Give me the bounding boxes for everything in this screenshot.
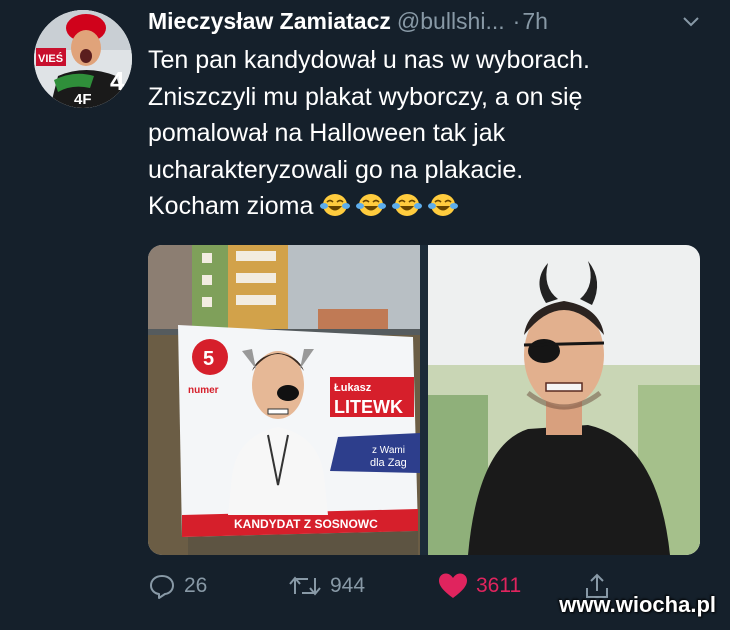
avatar-number-text: 4 xyxy=(110,66,125,96)
reply-count: 26 xyxy=(184,574,208,597)
tweet-text-line: Ten pan kandydował u nas w wyborach. xyxy=(148,46,590,74)
reply-button[interactable]: 26 xyxy=(148,566,207,606)
separator-dot: · xyxy=(512,8,521,34)
tweet-text-line: pomalował na Halloween tak jak xyxy=(148,119,506,147)
retweet-button[interactable]: 944 xyxy=(288,566,365,606)
poster-photo[interactable]: 5 numer Łukasz LITEWK z Wami dla Zag KAN… xyxy=(148,245,420,555)
poster-number-label: numer xyxy=(188,385,219,396)
face-with-tears-of-joy-icon xyxy=(356,194,387,216)
costume-photo[interactable] xyxy=(428,245,700,555)
poster-slogan-1: z Wami xyxy=(372,445,405,456)
face-with-tears-of-joy-icon xyxy=(428,194,459,216)
avatar-banner-text: VIEŚ xyxy=(38,52,63,65)
tweet-media[interactable]: 5 numer Łukasz LITEWK z Wami dla Zag KAN… xyxy=(148,245,700,555)
poster-number: 5 xyxy=(203,348,214,370)
poster-last-name: LITEWK xyxy=(334,397,403,417)
reply-icon xyxy=(150,575,174,599)
avatar[interactable]: VIEŚ 4F 4 xyxy=(34,10,132,108)
poster-slogan-2: dla Zag xyxy=(370,457,407,469)
timestamp[interactable]: 7h xyxy=(522,8,548,35)
chevron-down-icon[interactable] xyxy=(680,10,702,32)
tweet-text-last-line: Kocham zioma xyxy=(148,188,713,225)
emoji-row xyxy=(320,192,464,220)
heart-icon xyxy=(439,573,467,598)
poster-footer: KANDYDAT Z SOSNOWC xyxy=(234,517,378,531)
tweet-text-line: Zniszczyli mu plakat wyborczy, a on się xyxy=(148,82,583,111)
costume-photo-image xyxy=(428,245,700,555)
poster-first-name: Łukasz xyxy=(334,382,372,394)
user-handle[interactable]: @bullshi... xyxy=(397,8,505,35)
avatar-shirt-text: 4F xyxy=(74,91,92,108)
retweet-count: 944 xyxy=(330,574,366,597)
tweet-header: Mieczysław Zamiatacz @bullshi... · 7h xyxy=(148,8,708,38)
tweet-text-line: Kocham zioma xyxy=(148,192,314,220)
face-with-tears-of-joy-icon xyxy=(392,194,423,216)
display-name[interactable]: Mieczysław Zamiatacz xyxy=(148,8,391,35)
tweet-text-line: ucharakteryzowali go na plakacie. xyxy=(148,155,524,184)
like-button[interactable]: 3611 xyxy=(438,566,521,606)
like-count: 3611 xyxy=(476,574,522,597)
face-with-tears-of-joy-icon xyxy=(320,194,351,216)
avatar-image: VIEŚ 4F 4 xyxy=(34,10,132,108)
retweet-icon xyxy=(289,576,321,596)
watermark: www.wiocha.pl xyxy=(559,592,716,617)
tweet-text: Ten pan kandydował u nas w wyborach. Zni… xyxy=(148,42,713,225)
poster-photo-image: 5 numer Łukasz LITEWK z Wami dla Zag KAN… xyxy=(148,245,420,555)
